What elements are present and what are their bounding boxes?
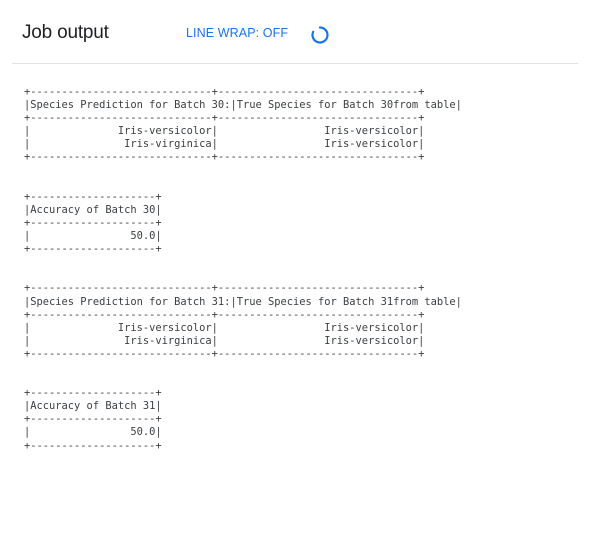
table-header-row: |Species Prediction for Batch 30:|True S…: [24, 99, 462, 112]
table-line: +--------------------+: [24, 439, 162, 452]
table-header-row: |Accuracy of Batch 30|: [24, 203, 162, 216]
table-line: +-----------------------------+---------…: [24, 347, 425, 360]
page-title: Job output: [22, 22, 109, 43]
table-line: +--------------------+: [24, 216, 162, 229]
prediction-table-batch-31: +-----------------------------+---------…: [24, 282, 462, 361]
header-divider: [12, 63, 578, 64]
table-line: +-----------------------------+---------…: [24, 308, 425, 321]
table-header-row: |Accuracy of Batch 31|: [24, 400, 162, 413]
table-row: | Iris-virginica| Iris-versicolor|: [24, 334, 425, 347]
table-row: | 50.0|: [24, 426, 162, 439]
job-output-log: +-----------------------------+---------…: [24, 86, 462, 453]
table-row: | 50.0|: [24, 230, 162, 243]
table-row: | Iris-virginica| Iris-versicolor|: [24, 138, 425, 151]
table-line: +--------------------+: [24, 413, 162, 426]
table-row: | Iris-versicolor| Iris-versicolor|: [24, 125, 425, 138]
table-line: +--------------------+: [24, 387, 162, 400]
prediction-table-batch-30: +-----------------------------+---------…: [24, 86, 462, 165]
table-line: +-----------------------------+---------…: [24, 112, 425, 125]
table-line: +--------------------+: [24, 190, 162, 203]
table-header-row: |Species Prediction for Batch 31:|True S…: [24, 295, 462, 308]
table-line: +--------------------+: [24, 243, 162, 256]
accuracy-table-batch-31: +--------------------+ |Accuracy of Batch…: [24, 387, 462, 452]
loading-spinner-icon: [311, 26, 329, 44]
table-line: +-----------------------------+---------…: [24, 86, 425, 98]
job-output-header: Job output LINE WRAP: OFF: [0, 0, 593, 66]
line-wrap-toggle[interactable]: LINE WRAP: OFF: [186, 26, 288, 40]
accuracy-table-batch-30: +--------------------+ |Accuracy of Batch…: [24, 191, 462, 256]
table-row: | Iris-versicolor| Iris-versicolor|: [24, 321, 425, 334]
table-line: +-----------------------------+---------…: [24, 282, 425, 295]
table-line: +-----------------------------+---------…: [24, 151, 425, 164]
